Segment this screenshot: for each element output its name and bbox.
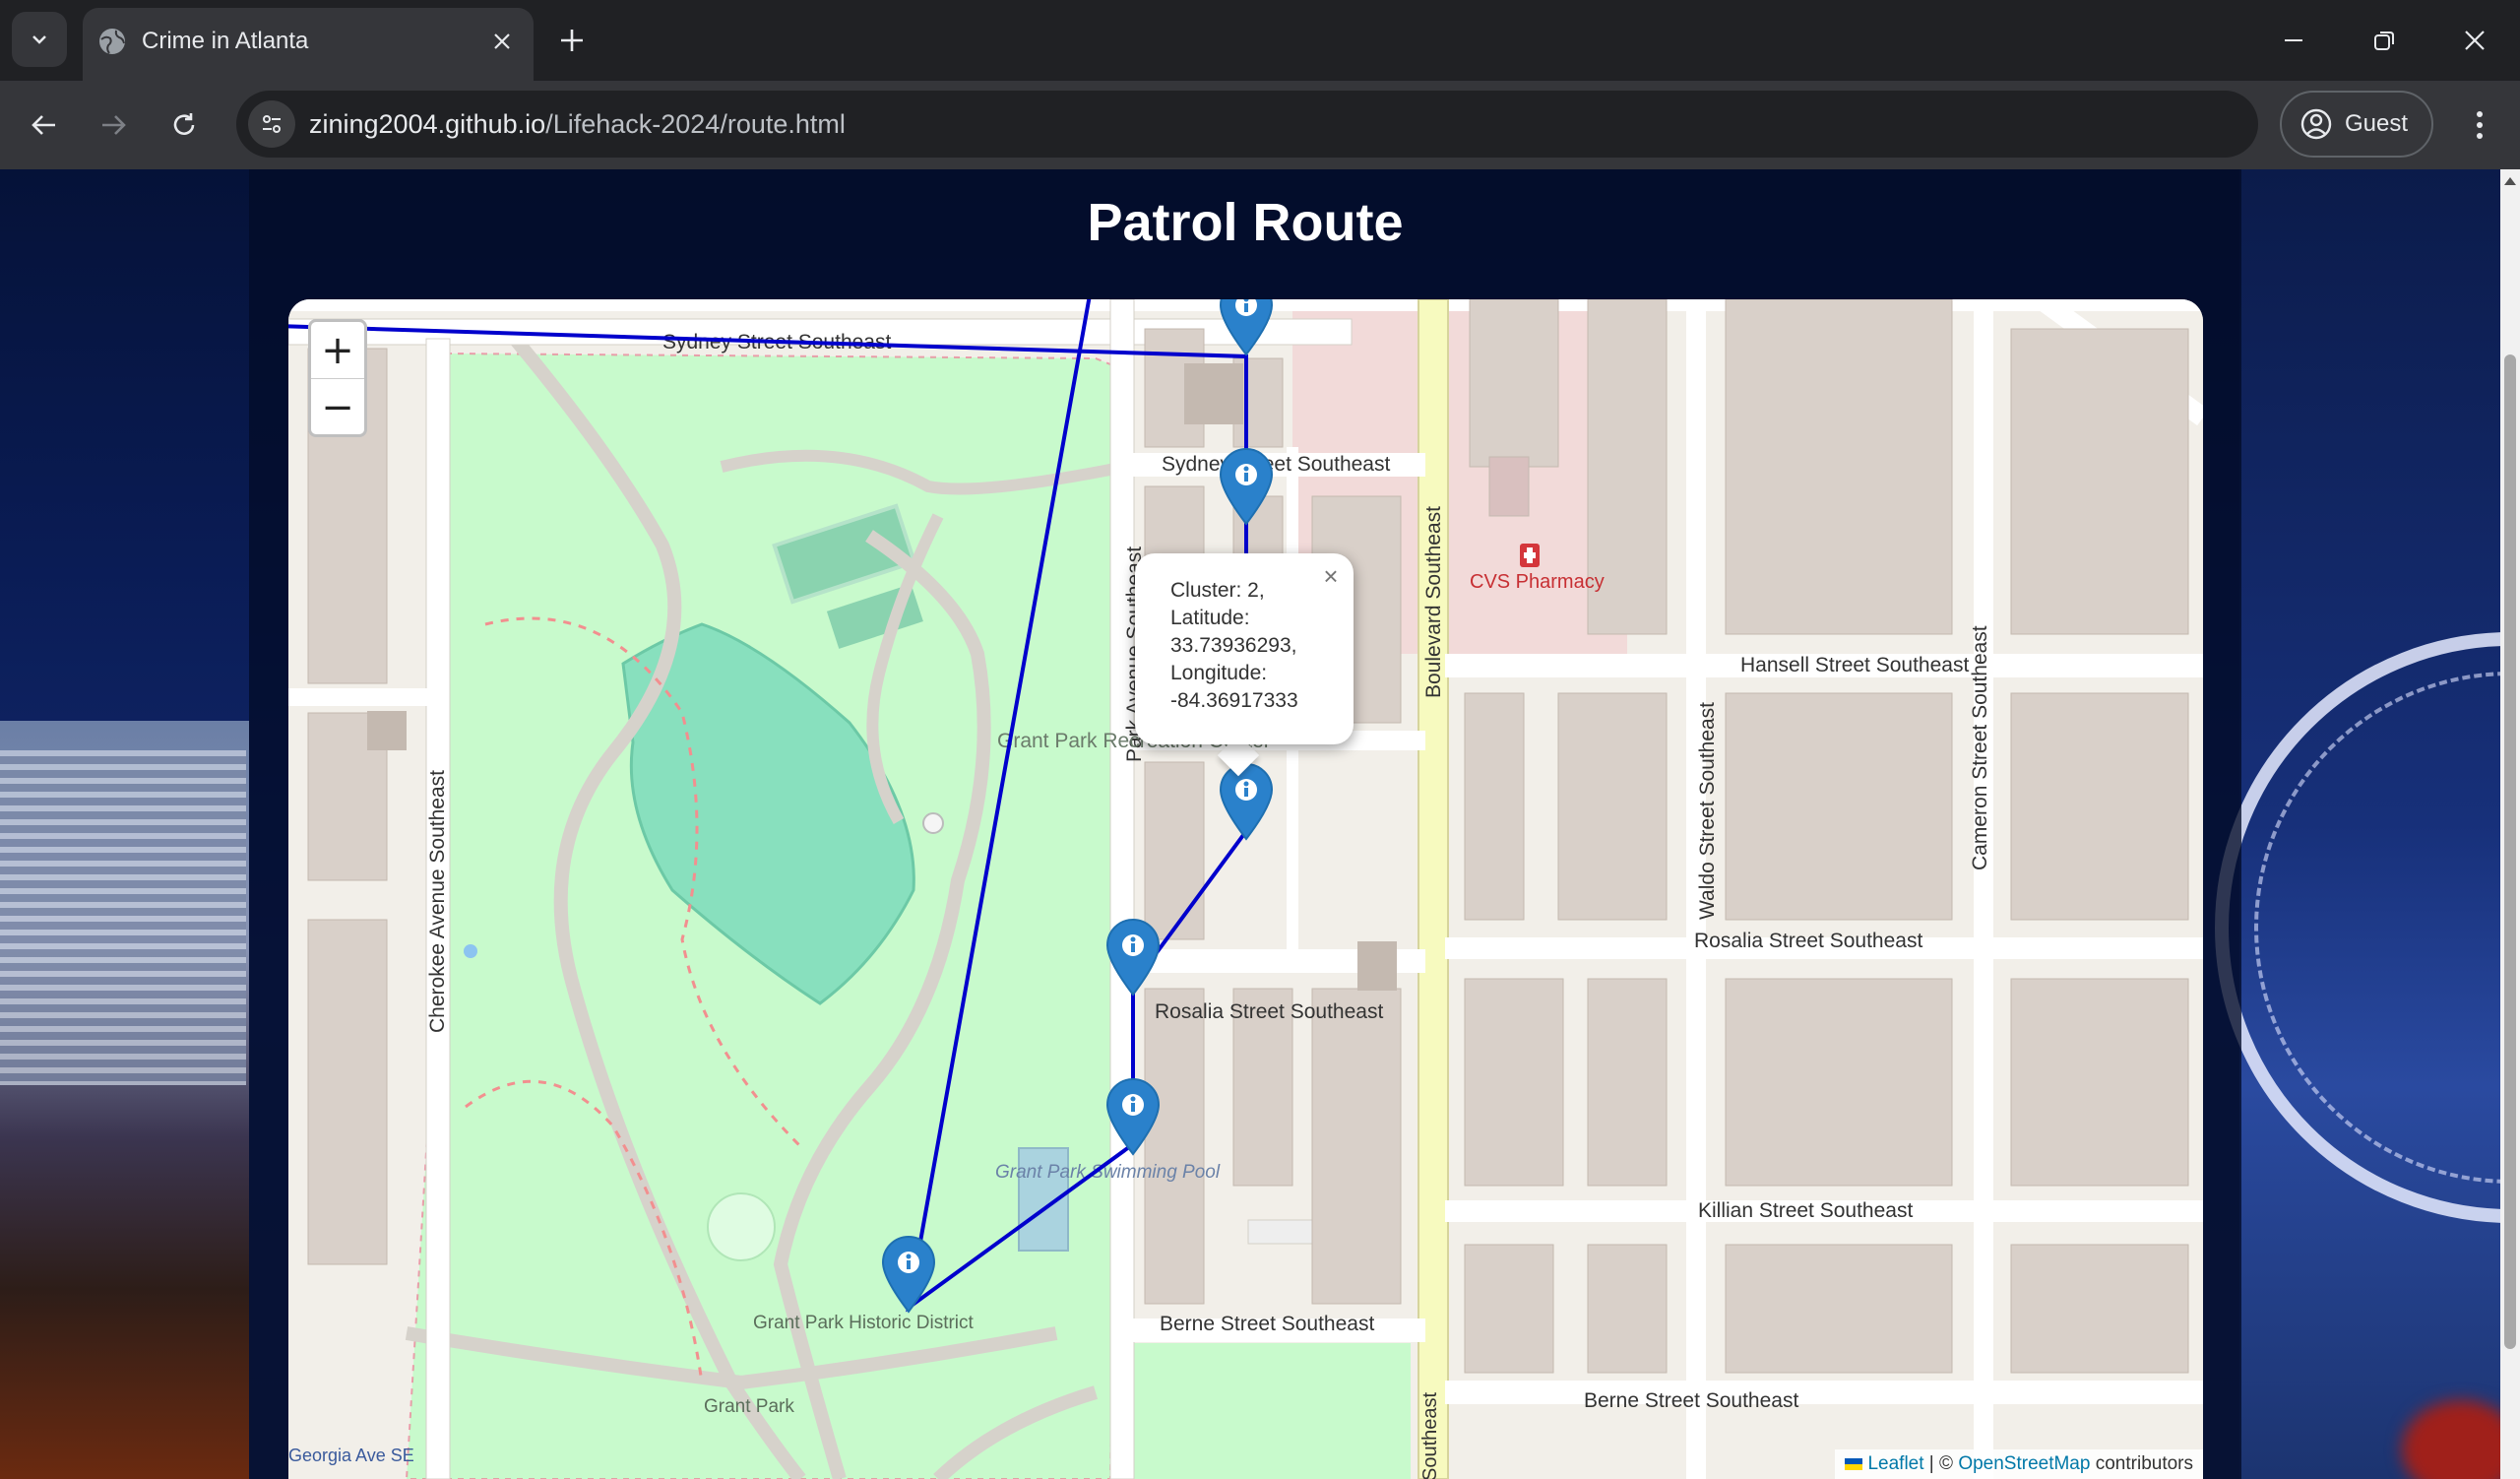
patrol-route-map[interactable]: Sydney Street Southeast Sydney Street So… <box>288 299 2203 1479</box>
back-button[interactable] <box>22 102 67 148</box>
browser-tab[interactable]: Crime in Atlanta <box>83 8 534 81</box>
reload-button[interactable] <box>161 102 207 148</box>
window-close-button[interactable] <box>2441 12 2508 69</box>
scrollbar-thumb[interactable] <box>2504 354 2516 1349</box>
tab-search-button[interactable] <box>12 12 67 67</box>
page-title: Patrol Route <box>1087 193 1404 252</box>
map-marker-pin-icon[interactable] <box>1103 918 1163 997</box>
map-marker-pin-icon[interactable] <box>1217 299 1276 356</box>
leaflet-link[interactable]: Leaflet <box>1867 1453 1923 1474</box>
forward-button[interactable] <box>91 102 136 148</box>
restore-button[interactable] <box>2351 12 2418 69</box>
account-icon <box>2300 108 2332 140</box>
arrow-right-icon <box>102 115 126 135</box>
url-text: zining2004.github.io/Lifehack-2024/route… <box>309 91 846 158</box>
popup-line: Latitude: <box>1170 607 1250 629</box>
tune-icon <box>263 115 281 133</box>
browser-toolbar: zining2004.github.io/Lifehack-2024/route… <box>0 81 2520 169</box>
restore-icon <box>2374 32 2394 50</box>
close-icon <box>494 33 510 49</box>
attribution-separator: | © <box>1923 1453 1959 1474</box>
map-attribution: Leaflet | © OpenStreetMap contributors <box>1835 1449 2203 1479</box>
tab-close-button[interactable] <box>484 24 520 59</box>
page-scrollbar[interactable] <box>2500 169 2520 1479</box>
new-tab-button[interactable] <box>551 20 593 61</box>
popup-line: Longitude: <box>1170 662 1268 684</box>
patrol-route-line <box>288 299 1248 1313</box>
minimize-button[interactable] <box>2260 12 2327 69</box>
plus-icon <box>561 30 583 51</box>
popup-line: 33.73936293, <box>1170 634 1297 657</box>
reload-icon <box>173 113 195 135</box>
scroll-up-arrow[interactable] <box>2504 177 2516 185</box>
minimize-icon <box>2285 39 2302 41</box>
url-path: /Lifehack-2024/route.html <box>545 109 846 139</box>
close-icon <box>2465 31 2485 50</box>
browser-menu-button[interactable] <box>2457 102 2502 148</box>
browser-tab-bar: Crime in Atlanta <box>0 0 2520 81</box>
profile-label: Guest <box>2345 110 2409 137</box>
popup-content: Cluster: 2, Latitude: 33.73936293, Longi… <box>1170 577 1328 715</box>
chevron-down-icon <box>32 35 46 44</box>
osm-link[interactable]: OpenStreetMap <box>1958 1453 2090 1474</box>
map-marker-pin-icon[interactable] <box>1103 1077 1163 1156</box>
url-host: zining2004.github.io <box>309 109 546 139</box>
address-bar[interactable]: zining2004.github.io/Lifehack-2024/route… <box>236 91 2258 158</box>
arrow-left-icon <box>32 115 55 135</box>
map-marker-pin-icon[interactable] <box>1217 762 1276 841</box>
more-vert-icon <box>2477 111 2483 139</box>
site-info-button[interactable] <box>248 100 295 148</box>
tab-title: Crime in Atlanta <box>142 28 309 54</box>
map-marker-pin-icon[interactable] <box>879 1235 938 1314</box>
zoom-control: + − <box>308 319 367 437</box>
zoom-in-button[interactable]: + <box>311 322 364 379</box>
popup-line: Cluster: 2, <box>1170 579 1265 602</box>
popup-line: -84.36917333 <box>1170 689 1298 712</box>
zoom-out-button[interactable]: − <box>311 379 364 435</box>
background-building <box>0 750 246 1085</box>
profile-button[interactable]: Guest <box>2280 91 2433 158</box>
map-marker-pin-icon[interactable] <box>1217 447 1276 526</box>
ukraine-flag-icon <box>1845 1457 1863 1470</box>
attribution-suffix: contributors <box>2090 1453 2193 1474</box>
globe-icon <box>99 29 125 54</box>
marker-popup: × Cluster: 2, Latitude: 33.73936293, Lon… <box>1135 553 1354 744</box>
